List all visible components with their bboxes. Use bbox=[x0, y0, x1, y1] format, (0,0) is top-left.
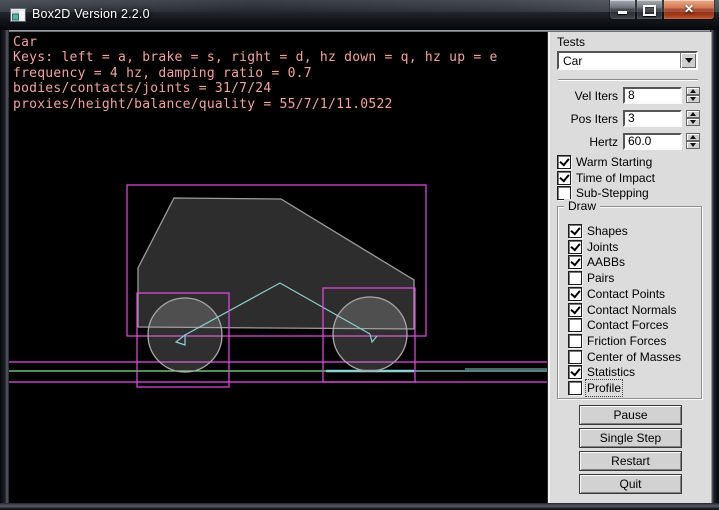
friction-forces-checkbox[interactable] bbox=[568, 334, 582, 348]
pos-iters-label: Pos Iters bbox=[548, 112, 618, 126]
sub-stepping-checkbox[interactable] bbox=[557, 186, 571, 200]
time-of-impact-label: Time of Impact bbox=[576, 171, 655, 185]
statistics-checkbox[interactable] bbox=[568, 365, 582, 379]
contact-points-checkbox[interactable] bbox=[568, 287, 582, 301]
vel-iters-stepper bbox=[686, 87, 700, 104]
hertz-label: Hertz bbox=[548, 135, 618, 149]
tests-selected-value: Car bbox=[563, 54, 582, 68]
pos-iters-up-button[interactable] bbox=[686, 110, 700, 118]
pos-iters-input[interactable]: 3 bbox=[623, 110, 682, 127]
center-of-masses-checkbox[interactable] bbox=[568, 350, 582, 364]
chevron-down-icon bbox=[685, 58, 693, 63]
center-of-masses-label: Center of Masses bbox=[587, 350, 681, 364]
dropdown-arrow-button[interactable] bbox=[680, 53, 696, 68]
close-icon: ✕ bbox=[684, 1, 694, 18]
hertz-input[interactable]: 60.0 bbox=[623, 133, 682, 150]
aabbs-label: AABBs bbox=[587, 255, 625, 269]
sub-stepping-label: Sub-Stepping bbox=[576, 186, 649, 200]
profile-checkbox[interactable] bbox=[568, 381, 582, 395]
check-icon bbox=[559, 171, 569, 182]
restart-button[interactable]: Restart bbox=[579, 451, 682, 471]
check-icon bbox=[570, 225, 580, 236]
arrow-up-icon bbox=[690, 89, 696, 93]
contact-normals-label: Contact Normals bbox=[587, 303, 676, 317]
warm-starting-label: Warm Starting bbox=[576, 155, 652, 169]
quit-button[interactable]: Quit bbox=[579, 474, 682, 494]
pairs-label: Pairs bbox=[587, 271, 614, 285]
stat-line: Car bbox=[13, 35, 498, 50]
joints-label: Joints bbox=[587, 240, 618, 254]
draw-group-legend: Draw bbox=[564, 199, 600, 213]
pos-iters-row: Pos Iters 3 bbox=[548, 110, 712, 127]
vel-iters-up-button[interactable] bbox=[686, 87, 700, 95]
time-of-impact-checkbox[interactable] bbox=[557, 171, 571, 185]
control-panel: Tests Car Vel Iters 8 Pos Iters 3 bbox=[547, 32, 712, 503]
close-button[interactable]: ✕ bbox=[663, 0, 715, 20]
stat-line: Keys: left = a, brake = s, right = d, hz… bbox=[13, 50, 498, 65]
pause-button[interactable]: Pause bbox=[579, 405, 682, 425]
profile-label: Profile bbox=[587, 381, 621, 395]
arrow-up-icon bbox=[690, 135, 696, 139]
app-window: Box2D Version 2.2.0 ✕ bbox=[0, 0, 719, 510]
hertz-down-button[interactable] bbox=[686, 141, 700, 149]
tests-label: Tests bbox=[557, 35, 585, 49]
hertz-stepper bbox=[686, 133, 700, 150]
check-icon bbox=[570, 303, 580, 314]
vel-iters-label: Vel Iters bbox=[548, 89, 618, 103]
minimize-button[interactable] bbox=[609, 0, 636, 20]
check-icon bbox=[570, 366, 580, 377]
simulation-canvas[interactable]: CarKeys: left = a, brake = s, right = d,… bbox=[9, 32, 547, 503]
window-border-left bbox=[0, 30, 9, 503]
check-icon bbox=[559, 156, 569, 167]
maximize-icon bbox=[643, 5, 656, 16]
check-icon bbox=[570, 256, 580, 267]
pos-iters-stepper bbox=[686, 110, 700, 127]
hertz-up-button[interactable] bbox=[686, 133, 700, 141]
stat-line: frequency = 4 hz, damping ratio = 0.7 bbox=[13, 66, 498, 81]
statistics-text: CarKeys: left = a, brake = s, right = d,… bbox=[13, 35, 498, 112]
vel-iters-down-button[interactable] bbox=[686, 95, 700, 103]
window-border-bottom bbox=[0, 503, 719, 510]
tests-dropdown[interactable]: Car bbox=[557, 51, 698, 70]
hertz-row: Hertz 60.0 bbox=[548, 133, 712, 150]
contact-normals-checkbox[interactable] bbox=[568, 303, 582, 317]
check-icon bbox=[570, 240, 580, 251]
shapes-checkbox[interactable] bbox=[568, 224, 582, 238]
single-step-button[interactable]: Single Step bbox=[579, 428, 682, 448]
arrow-down-icon bbox=[690, 120, 696, 124]
joints-checkbox[interactable] bbox=[568, 240, 582, 254]
stat-line: bodies/contacts/joints = 31/7/24 bbox=[13, 81, 498, 96]
maximize-button[interactable] bbox=[636, 0, 663, 20]
warm-starting-checkbox[interactable] bbox=[557, 155, 571, 169]
contact-points-label: Contact Points bbox=[587, 287, 665, 301]
minimize-icon bbox=[618, 11, 627, 14]
arrow-down-icon bbox=[690, 143, 696, 147]
contact-forces-label: Contact Forces bbox=[587, 318, 668, 332]
title-bar[interactable]: Box2D Version 2.2.0 ✕ bbox=[0, 0, 719, 30]
statistics-label: Statistics bbox=[587, 365, 635, 379]
stat-line: proxies/height/balance/quality = 55/7/1/… bbox=[13, 97, 498, 112]
contact-forces-checkbox[interactable] bbox=[568, 318, 582, 332]
arrow-down-icon bbox=[690, 97, 696, 101]
separator bbox=[558, 79, 698, 81]
vel-iters-input[interactable]: 8 bbox=[623, 87, 682, 104]
vel-iters-row: Vel Iters 8 bbox=[548, 87, 712, 104]
friction-forces-label: Friction Forces bbox=[587, 334, 666, 348]
aabbs-checkbox[interactable] bbox=[568, 255, 582, 269]
window-title: Box2D Version 2.2.0 bbox=[32, 7, 150, 21]
caption-buttons: ✕ bbox=[609, 0, 715, 19]
box2d-app-icon bbox=[10, 7, 26, 23]
arrow-up-icon bbox=[690, 112, 696, 116]
check-icon bbox=[570, 287, 580, 298]
shapes-label: Shapes bbox=[587, 224, 628, 238]
pairs-checkbox[interactable] bbox=[568, 271, 582, 285]
pos-iters-down-button[interactable] bbox=[686, 118, 700, 126]
